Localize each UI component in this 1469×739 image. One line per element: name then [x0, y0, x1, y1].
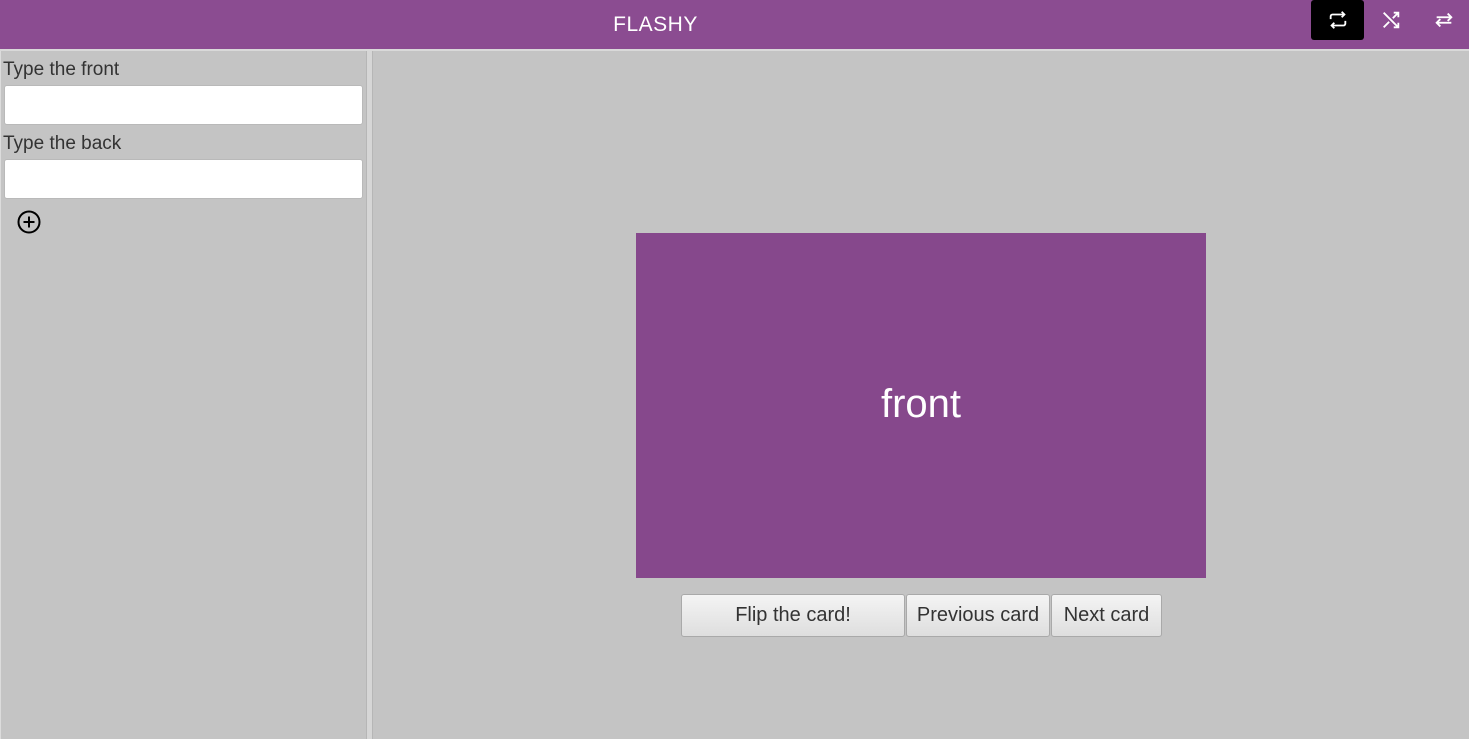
app-window: FLASHY Type the front Type the back fron… [0, 0, 1469, 739]
card-viewer: front Flip the card! Previous card Next … [373, 51, 1469, 739]
back-field-label: Type the back [3, 133, 122, 154]
app-title: FLASHY [613, 13, 698, 36]
swap-icon [1434, 12, 1453, 28]
swap-mode-button[interactable] [1417, 0, 1469, 40]
shuffle-mode-button[interactable] [1364, 0, 1417, 40]
top-bar: FLASHY [0, 0, 1469, 51]
flashcard[interactable]: front [636, 233, 1206, 578]
add-circle-icon [17, 210, 41, 234]
front-input[interactable] [4, 85, 363, 125]
next-card-button[interactable]: Next card [1051, 594, 1162, 637]
back-input[interactable] [4, 159, 363, 199]
repeat-mode-button[interactable] [1311, 0, 1364, 40]
card-text: front [880, 382, 962, 426]
flip-card-button[interactable]: Flip the card! [681, 594, 905, 637]
shuffle-icon [1382, 11, 1399, 29]
split-pane-divider[interactable] [366, 51, 373, 739]
card-editor-sidebar: Type the front Type the back [0, 51, 366, 739]
repeat-icon [1329, 11, 1346, 29]
previous-card-button[interactable]: Previous card [906, 594, 1050, 637]
front-field-label: Type the front [3, 59, 120, 80]
add-card-button[interactable] [16, 209, 42, 235]
